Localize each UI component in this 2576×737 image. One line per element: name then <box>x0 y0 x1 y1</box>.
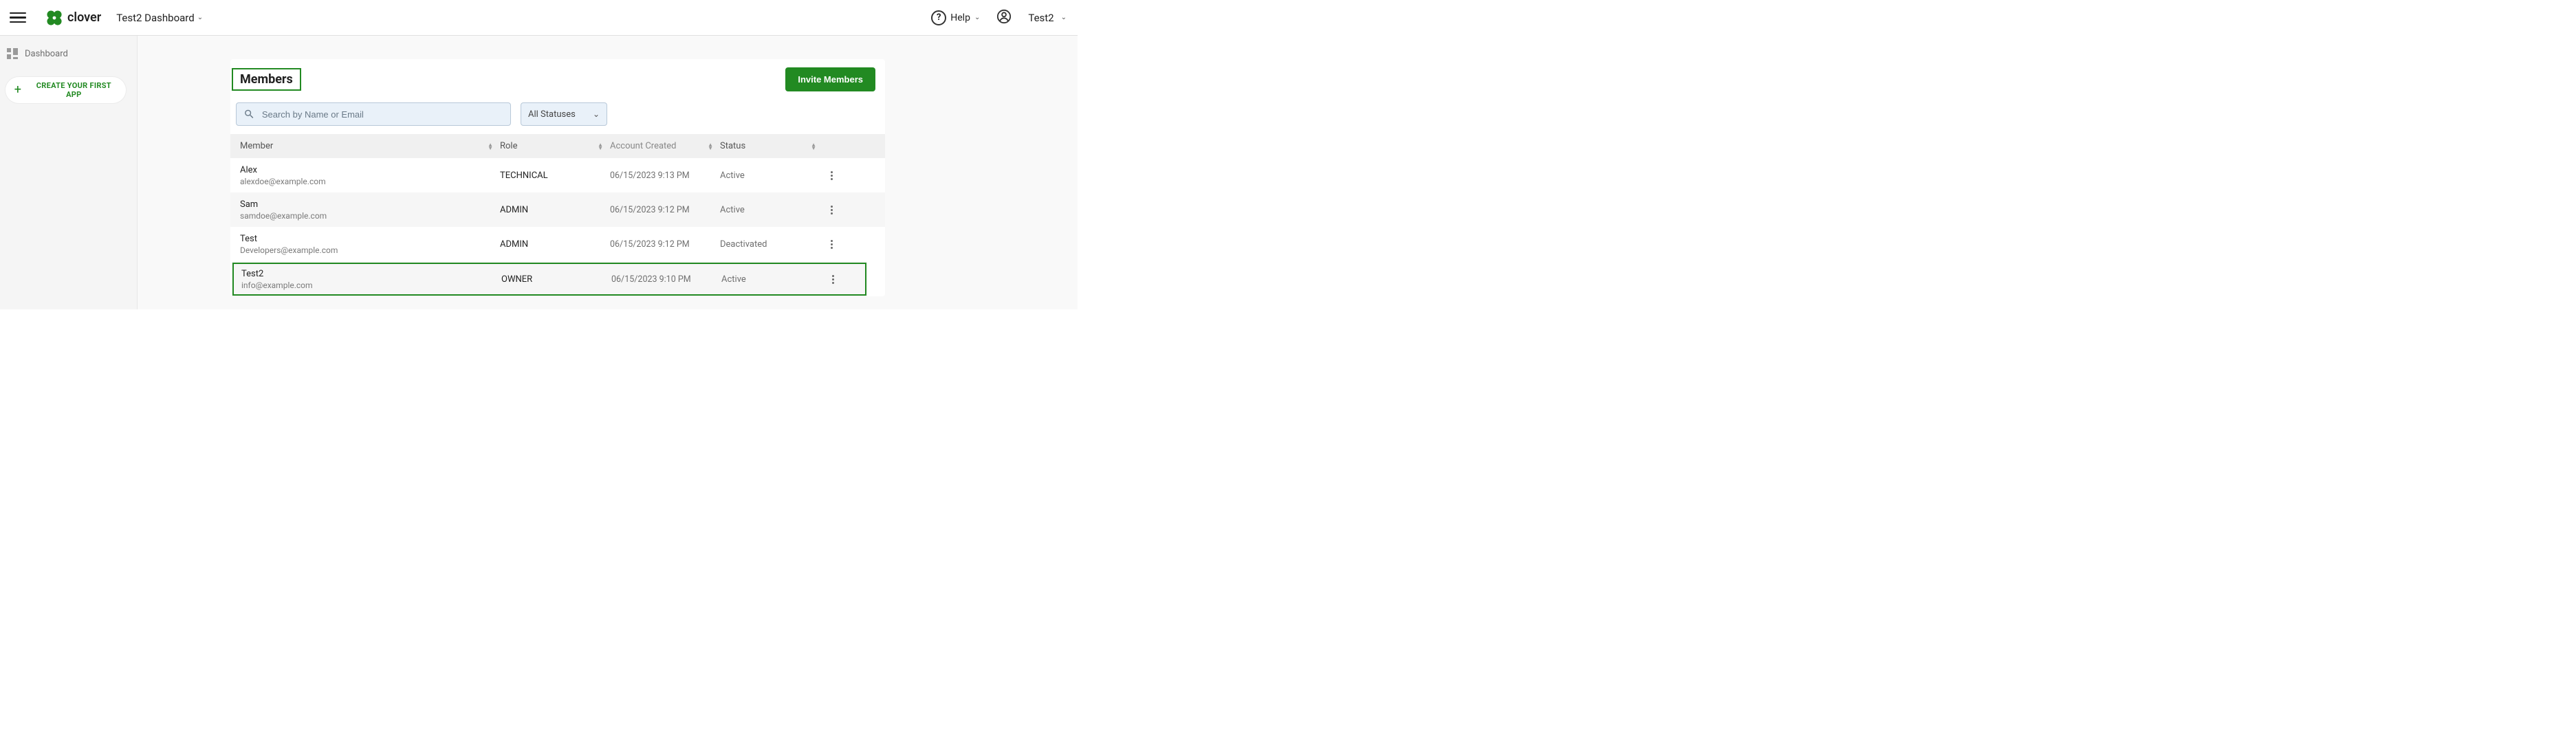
member-created: 06/15/2023 9:12 PM <box>610 205 690 215</box>
members-table: Member ▲▼ Role ▲▼ Account Created ▲▼ Sta… <box>230 134 885 296</box>
member-email: info@example.com <box>241 280 313 290</box>
dashboard-icon <box>7 48 18 59</box>
table-row: Alex alexdoe@example.com TECHNICAL 06/15… <box>230 158 885 192</box>
create-app-label: CREATE YOUR FIRST APP <box>29 81 119 99</box>
member-name: Sam <box>240 199 327 210</box>
member-email: alexdoe@example.com <box>240 177 326 186</box>
table-row-highlighted: Test2 info@example.com OWNER 06/15/2023 … <box>232 262 867 296</box>
row-actions-menu[interactable] <box>823 167 840 184</box>
member-created: 06/15/2023 9:13 PM <box>610 170 690 181</box>
sort-icon: ▲▼ <box>708 143 713 150</box>
chevron-down-icon: ⌄ <box>593 109 600 119</box>
row-actions-menu[interactable] <box>825 271 841 287</box>
sort-icon: ▲▼ <box>811 143 816 150</box>
top-bar: clover Test2 Dashboard ⌄ ? Help ⌄ Test2 … <box>0 0 1078 36</box>
members-panel: Members Invite Members All Statuses ⌄ Me… <box>230 59 885 296</box>
plus-icon: + <box>12 84 23 96</box>
member-status: Active <box>721 274 746 285</box>
topbar-right: ? Help ⌄ Test2 ⌄ <box>931 9 1067 27</box>
column-header-created[interactable]: Account Created ▲▼ <box>610 141 720 151</box>
table-row: Sam samdoe@example.com ADMIN 06/15/2023 … <box>230 192 885 227</box>
sidebar-item-label: Dashboard <box>25 49 68 59</box>
chevron-down-icon: ⌄ <box>197 14 203 21</box>
help-button[interactable]: ? Help ⌄ <box>931 10 980 25</box>
help-icon: ? <box>931 10 946 25</box>
member-role: ADMIN <box>500 205 528 215</box>
member-role: TECHNICAL <box>500 170 548 181</box>
table-header-row: Member ▲▼ Role ▲▼ Account Created ▲▼ Sta… <box>230 134 885 158</box>
profile-icon[interactable] <box>996 9 1012 27</box>
clover-logo-icon <box>45 9 63 27</box>
hamburger-menu-icon[interactable] <box>10 10 26 26</box>
user-name: Test2 <box>1028 12 1054 24</box>
chevron-down-icon: ⌄ <box>1061 14 1067 21</box>
status-filter-label: All Statuses <box>528 109 576 120</box>
row-actions-menu[interactable] <box>823 201 840 218</box>
member-role: OWNER <box>501 274 532 285</box>
row-actions-menu[interactable] <box>823 236 840 252</box>
main-content: Members Invite Members All Statuses ⌄ Me… <box>138 36 1078 309</box>
logo-text: clover <box>67 10 101 25</box>
member-email: Developers@example.com <box>240 245 338 255</box>
clover-logo[interactable]: clover <box>45 9 101 27</box>
column-header-role[interactable]: Role ▲▼ <box>500 141 610 151</box>
member-name: Test2 <box>241 269 313 279</box>
member-status: Active <box>720 205 745 215</box>
sidebar: Dashboard + CREATE YOUR FIRST APP <box>0 36 138 309</box>
member-status: Active <box>720 170 745 181</box>
member-role: ADMIN <box>500 239 528 250</box>
help-label: Help <box>950 12 970 23</box>
table-row: Test Developers@example.com ADMIN 06/15/… <box>230 227 885 261</box>
member-status: Deactivated <box>720 239 767 250</box>
column-header-status[interactable]: Status ▲▼ <box>720 141 823 151</box>
status-filter-dropdown[interactable]: All Statuses ⌄ <box>521 102 607 126</box>
page-title: Members <box>232 68 301 91</box>
sort-icon: ▲▼ <box>598 143 603 150</box>
workspace-switcher[interactable]: Test2 Dashboard ⌄ <box>116 12 203 24</box>
sort-icon: ▲▼ <box>488 143 493 150</box>
search-field[interactable] <box>236 102 511 126</box>
member-created: 06/15/2023 9:10 PM <box>611 274 691 285</box>
invite-members-button[interactable]: Invite Members <box>785 67 875 91</box>
member-created: 06/15/2023 9:12 PM <box>610 239 690 250</box>
chevron-down-icon: ⌄ <box>974 14 980 21</box>
member-name: Alex <box>240 165 326 175</box>
search-icon <box>243 108 255 120</box>
member-email: samdoe@example.com <box>240 211 327 221</box>
sidebar-item-dashboard[interactable]: Dashboard <box>0 44 137 63</box>
member-name: Test <box>240 234 338 244</box>
search-input[interactable] <box>261 109 503 120</box>
user-menu[interactable]: Test2 ⌄ <box>1028 12 1067 24</box>
column-header-member[interactable]: Member ▲▼ <box>240 141 500 151</box>
create-first-app-button[interactable]: + CREATE YOUR FIRST APP <box>6 77 126 103</box>
workspace-name: Test2 Dashboard <box>116 12 195 24</box>
